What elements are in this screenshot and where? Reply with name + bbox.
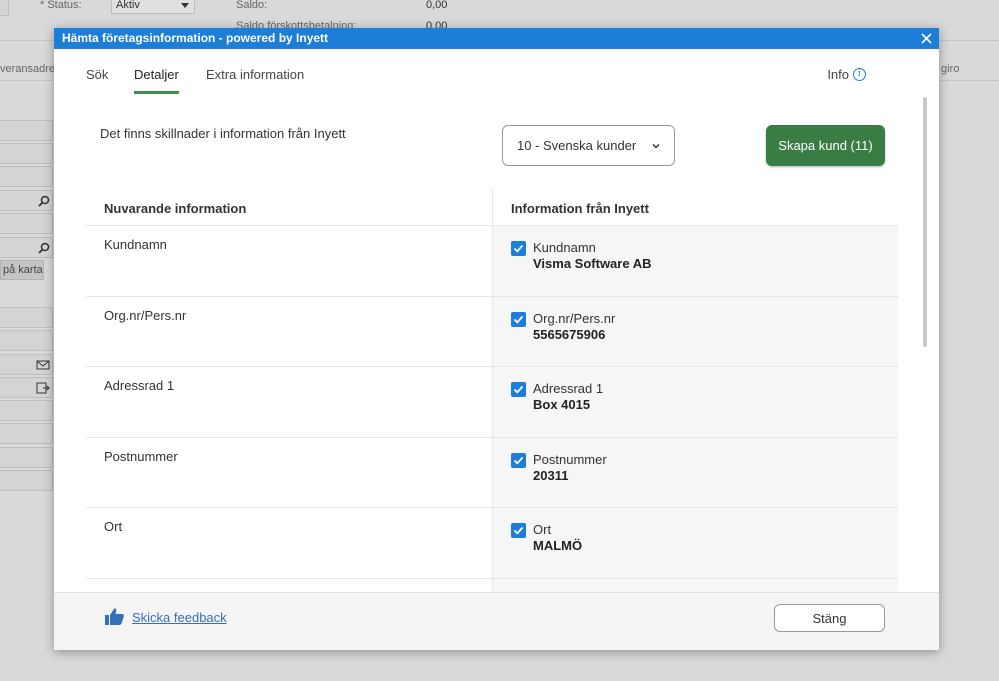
customer-group-value: 10 - Svenska kunder <box>517 138 637 153</box>
chevron-down-icon <box>652 143 660 149</box>
bg-map-button: på karta <box>0 260 44 280</box>
info-link[interactable]: Info i <box>827 67 866 82</box>
bg-export-icon <box>36 382 50 394</box>
comparison-table: Nuvarande information Information från I… <box>86 188 898 592</box>
inyett-field-label: Postnummer <box>533 451 607 467</box>
table-row: Adressrad 1 Adressrad 1 Box 4015 <box>86 367 898 438</box>
close-icon[interactable] <box>920 32 933 45</box>
dialog-content: Det finns skillnader i information från … <box>60 97 927 592</box>
inyett-field-label: Org.nr/Pers.nr <box>533 310 616 326</box>
table-row: Land <box>86 578 898 593</box>
field-checkbox[interactable] <box>511 452 526 468</box>
diff-message: Det finns skillnader i information från … <box>100 126 346 141</box>
field-checkbox[interactable] <box>511 241 526 256</box>
checkmark-icon <box>513 315 524 324</box>
bg-field-search <box>0 237 53 258</box>
table-row: Ort Ort MALMÖ <box>86 508 898 579</box>
field-checkbox[interactable] <box>511 311 526 327</box>
bg-mail-icon <box>36 360 50 370</box>
bg-caret-icon <box>181 3 189 8</box>
bg-tab-fragment: veransadres <box>0 63 61 75</box>
bg-field-export <box>0 377 53 398</box>
bg-field-search <box>0 190 53 211</box>
table-row: Kundnamn Kundnamn Visma Software AB <box>86 226 898 297</box>
feedback-label: Skicka feedback <box>132 609 227 625</box>
bg-saldo-label: Saldo: <box>236 0 268 11</box>
inyett-field: Org.nr/Pers.nr 5565675906 <box>492 296 898 366</box>
inyett-field-label: Adressrad 1 <box>533 381 604 396</box>
bg-field-mail <box>0 354 53 375</box>
create-customer-button[interactable]: Skapa kund (11) <box>766 125 885 166</box>
tab-extra-information[interactable]: Extra information <box>206 67 304 91</box>
bg-search-icon <box>38 195 50 207</box>
info-icon: i <box>853 68 866 81</box>
customer-group-select[interactable]: 10 - Svenska kunder <box>502 125 675 166</box>
bg-field <box>0 213 53 234</box>
bg-status-value: Aktiv <box>116 0 140 11</box>
info-label: Info <box>827 67 849 82</box>
bg-field <box>0 423 53 444</box>
inyett-field-value: Visma Software AB <box>533 256 652 271</box>
checkmark-icon <box>513 385 524 394</box>
inyett-field-value: MALMÖ <box>533 538 583 553</box>
bg-field <box>0 447 53 468</box>
inyett-field: Kundnamn Visma Software AB <box>492 226 898 296</box>
bg-saldo-value: 0,00 <box>426 0 448 11</box>
dialog-titlebar: Hämta företagsinformation - powered by I… <box>54 28 939 49</box>
inyett-field: Adressrad 1 Box 4015 <box>492 367 898 437</box>
bg-field <box>0 470 53 491</box>
close-button[interactable]: Stäng <box>774 604 885 632</box>
current-field-label: Land <box>86 579 492 593</box>
inyett-field: Postnummer 20311 <box>492 437 898 507</box>
current-field-label: Adressrad 1 <box>104 378 175 393</box>
field-checkbox[interactable] <box>511 523 526 538</box>
bg-status-label: * Status: <box>40 0 82 11</box>
dialog-tabs: Sök Detaljer Extra information Info i <box>54 49 939 97</box>
current-field-label: Kundnamn <box>104 237 167 252</box>
inyett-field-label: Kundnamn <box>533 240 596 255</box>
bg-tab-fragment-right: giro <box>941 63 960 75</box>
inyett-field-value: Box 4015 <box>533 397 591 412</box>
tab-detaljer[interactable]: Detaljer <box>134 67 179 94</box>
checkmark-icon <box>513 526 524 535</box>
company-info-dialog: Hämta företagsinformation - powered by I… <box>54 28 939 650</box>
inyett-field-label: Ort <box>533 522 552 537</box>
current-field-label: Postnummer <box>104 448 178 464</box>
current-field-label: Org.nr/Pers.nr <box>104 307 187 323</box>
bg-status-select: Aktiv <box>111 0 195 14</box>
bg-field <box>0 400 53 421</box>
thumbs-up-icon <box>105 608 124 625</box>
bg-field <box>0 307 53 328</box>
table-row: Org.nr/Pers.nr Org.nr/Pers.nr 5565675906 <box>86 296 898 367</box>
bg-field <box>0 120 53 141</box>
bg-search-icon <box>38 242 50 254</box>
current-field-label: Ort <box>104 519 123 534</box>
inyett-field-value: 5565675906 <box>533 326 606 342</box>
inyett-field <box>492 578 898 592</box>
checkmark-icon <box>513 244 524 253</box>
bg-field <box>0 330 53 351</box>
tab-sok[interactable]: Sök <box>86 67 108 91</box>
field-checkbox[interactable] <box>511 382 526 397</box>
table-row: Postnummer Postnummer 20311 <box>86 437 898 508</box>
feedback-link[interactable]: Skicka feedback <box>104 607 227 627</box>
table-header: Nuvarande information Information från I… <box>86 188 898 226</box>
header-inyett-info: Information från Inyett <box>492 188 898 225</box>
header-current-info: Nuvarande information <box>104 201 247 216</box>
dialog-title: Hämta företagsinformation - powered by I… <box>62 31 329 45</box>
bg-field <box>0 143 53 164</box>
bg-field-edge <box>0 0 9 16</box>
bg-field <box>0 166 53 187</box>
content-scrollbar[interactable] <box>923 97 927 347</box>
checkmark-icon <box>513 456 524 465</box>
dialog-footer: Skicka feedback Stäng <box>54 592 939 650</box>
inyett-field: Ort MALMÖ <box>492 508 898 578</box>
inyett-field-value: 20311 <box>533 467 569 483</box>
